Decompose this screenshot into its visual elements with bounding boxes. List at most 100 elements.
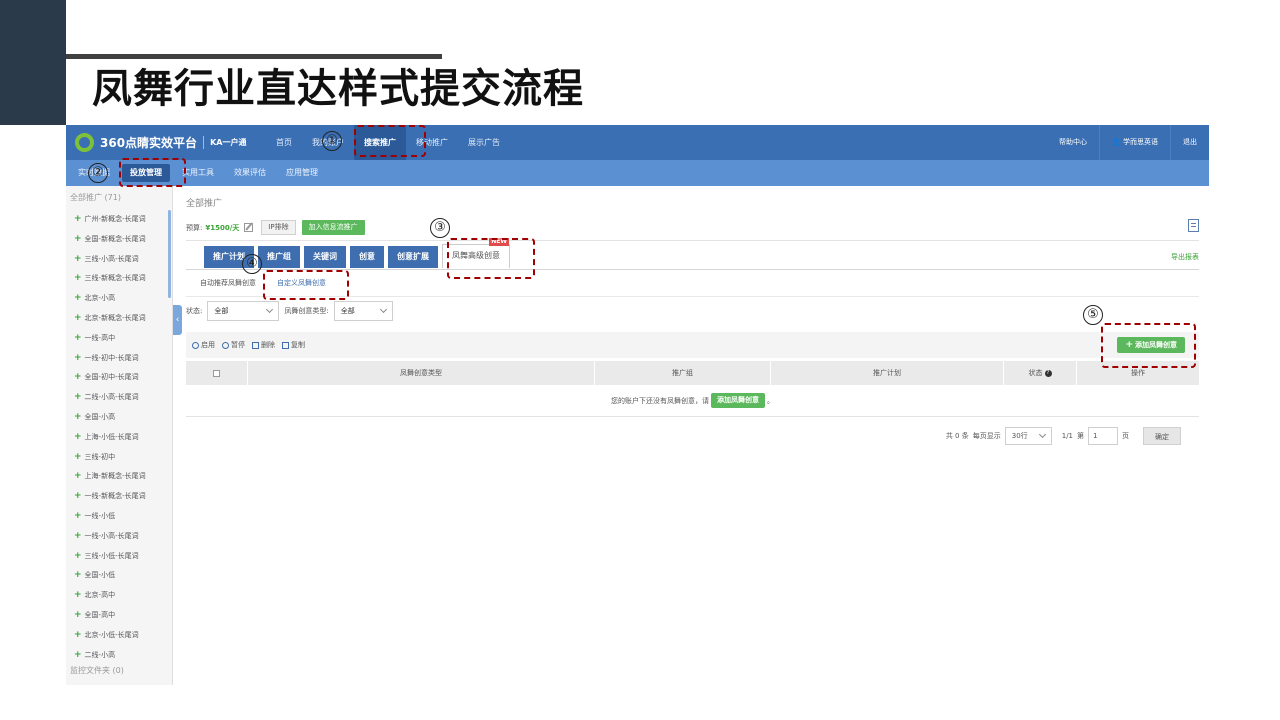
expand-plus-icon[interactable]: + <box>74 610 82 620</box>
expand-plus-icon[interactable]: + <box>74 650 82 660</box>
expand-plus-icon[interactable]: + <box>74 551 82 561</box>
col-campaign[interactable]: 推广计划 <box>771 361 1004 385</box>
sidebar-scrollbar[interactable] <box>168 210 171 298</box>
col-status[interactable]: 状态? <box>1004 361 1077 385</box>
sidebar-campaign-item[interactable]: + 三线-初中 <box>74 448 168 468</box>
sidebar-campaign-item[interactable]: + 北京-高中 <box>74 586 168 606</box>
sidebar-campaign-item[interactable]: + 北京-新概念-长尾词 <box>74 309 168 329</box>
logo[interactable]: 360点睛实效平台 KA一户通 <box>75 133 246 152</box>
tab-creative[interactable]: 创意 <box>350 246 384 268</box>
select-all-checkbox[interactable] <box>213 369 220 377</box>
sidebar-header[interactable]: 全部推广 (71) <box>70 192 121 203</box>
expand-plus-icon[interactable]: + <box>74 452 82 462</box>
sidebar-campaign-item[interactable]: + 一线-小低 <box>74 507 168 527</box>
callout-fengwu-tab <box>447 238 535 279</box>
expand-plus-icon[interactable]: + <box>74 432 82 442</box>
expand-plus-icon[interactable]: + <box>74 273 82 283</box>
edit-icon[interactable] <box>244 223 254 232</box>
empty-add-button[interactable]: 添加凤舞创意 <box>711 393 765 408</box>
expand-plus-icon[interactable]: + <box>74 234 82 244</box>
sidebar-campaign-item[interactable]: + 二线-小高-长尾词 <box>74 388 168 408</box>
type-filter-select[interactable]: 全部 <box>333 301 393 321</box>
expand-plus-icon[interactable]: + <box>74 590 82 600</box>
sidebar-campaign-item[interactable]: + 一线-初中-长尾词 <box>74 349 168 369</box>
campaign-tree: + 广州-新概念-长尾词 + 全国-新概念-长尾词 + 三线-小高-长尾词 + 三线-新概念-… <box>74 210 168 665</box>
delete-action[interactable]: 删除 <box>252 340 275 350</box>
expand-plus-icon[interactable]: + <box>74 293 82 303</box>
expand-plus-icon[interactable]: + <box>74 412 82 422</box>
user-menu[interactable]: 👤 学而思英语 <box>1099 125 1170 160</box>
sidebar-campaign-label: 三线-小低-长尾词 <box>84 551 139 560</box>
sidebar-campaign-item[interactable]: + 上海-新概念-长尾词 <box>74 467 168 487</box>
expand-plus-icon[interactable]: + <box>74 570 82 580</box>
status-filter-select[interactable]: 全部 <box>207 301 280 321</box>
confirm-page-button[interactable]: 确定 <box>1143 427 1181 445</box>
subtab-auto-recommend[interactable]: 自动推荐凤舞创意 <box>200 278 256 288</box>
main-content: 全部推广 预算: ¥1500/天 IP排除 加入信息流推广 推广计划 推广组 关… <box>186 186 1199 685</box>
join-feed-button[interactable]: 加入信息流推广 <box>301 220 365 235</box>
action-row: 启用 暂停 删除 复制 + 添加凤舞创意 <box>186 332 1199 358</box>
sidebar-collapse-button[interactable]: ‹ <box>173 305 182 335</box>
sidebar-campaign-item[interactable]: + 一线-小高-长尾词 <box>74 527 168 547</box>
tab-creative-extension[interactable]: 创意扩展 <box>388 246 438 268</box>
logout-link[interactable]: 退出 <box>1170 125 1209 160</box>
col-ad-group[interactable]: 推广组 <box>595 361 771 385</box>
help-icon[interactable]: ? <box>1044 369 1052 377</box>
expand-plus-icon[interactable]: + <box>74 511 82 521</box>
sidebar-monitor-folder[interactable]: 监控文件夹 (0) <box>70 665 124 676</box>
per-page-select[interactable]: 30行 <box>1004 427 1052 445</box>
enable-action[interactable]: 启用 <box>192 340 215 350</box>
pause-icon <box>222 341 229 349</box>
expand-plus-icon[interactable]: + <box>74 333 82 343</box>
expand-plus-icon[interactable]: + <box>74 372 82 382</box>
nav-display-ads[interactable]: 展示广告 <box>458 125 510 160</box>
user-name: 学而思英语 <box>1123 138 1158 146</box>
sidebar-campaign-item[interactable]: + 上海-小低-长尾词 <box>74 428 168 448</box>
sidebar-campaign-item[interactable]: + 三线-小低-长尾词 <box>74 547 168 567</box>
expand-plus-icon[interactable]: + <box>74 254 82 264</box>
sidebar-campaign-label: 三线-小高-长尾词 <box>84 254 139 263</box>
pause-action[interactable]: 暂停 <box>222 340 245 350</box>
expand-plus-icon[interactable]: + <box>74 471 82 481</box>
sidebar-campaign-label: 全国-初中-长尾词 <box>84 373 139 382</box>
col-creative-type[interactable]: 凤舞创意类型 <box>248 361 595 385</box>
step-marker-2: ② <box>88 163 108 183</box>
sidebar-campaign-label: 广州-新概念-长尾词 <box>84 215 146 223</box>
page-count: 1/1 <box>1061 432 1073 440</box>
expand-plus-icon[interactable]: + <box>74 531 82 541</box>
expand-plus-icon[interactable]: + <box>74 353 82 363</box>
sidebar-campaign-item[interactable]: + 一线-新概念-长尾词 <box>74 487 168 507</box>
expand-plus-icon[interactable]: + <box>74 214 82 224</box>
sidebar-campaign-item[interactable]: + 北京-小低-长尾词 <box>74 626 168 646</box>
sidebar-campaign-item[interactable]: + 三线-小高-长尾词 <box>74 250 168 270</box>
tab-keyword[interactable]: 关键词 <box>304 246 346 268</box>
sidebar-campaign-item[interactable]: + 全国-高中 <box>74 606 168 626</box>
sidebar-campaign-item[interactable]: + 广州-新概念-长尾词 <box>74 210 168 230</box>
help-center-link[interactable]: 帮助中心 <box>1047 125 1099 160</box>
subnav-effect-evaluation[interactable]: 效果评估 <box>226 164 274 182</box>
expand-plus-icon[interactable]: + <box>74 392 82 402</box>
sidebar-campaign-item[interactable]: + 二线-小高 <box>74 646 168 666</box>
expand-plus-icon[interactable]: + <box>74 491 82 501</box>
export-report-link[interactable]: 导出报表 <box>1171 252 1199 262</box>
sidebar-campaign-item[interactable]: + 全国-小低 <box>74 566 168 586</box>
select-all-cell <box>186 361 248 385</box>
copy-action[interactable]: 复制 <box>282 340 305 350</box>
nav-home[interactable]: 首页 <box>266 125 302 160</box>
sidebar-campaign-item[interactable]: + 全国-小高 <box>74 408 168 428</box>
ip-exclude-button[interactable]: IP排除 <box>261 220 296 235</box>
sidebar-campaign-item[interactable]: + 三线-新概念-长尾词 <box>74 269 168 289</box>
sidebar-campaign-item[interactable]: + 一线-高中 <box>74 329 168 349</box>
sidebar-campaign-label: 上海-新概念-长尾词 <box>84 472 146 481</box>
budget-label: 预算: <box>186 223 203 232</box>
sidebar-campaign-item[interactable]: + 北京-小高 <box>74 289 168 309</box>
subnav-app-management[interactable]: 应用管理 <box>278 164 326 182</box>
sidebar-campaign-item[interactable]: + 全国-新概念-长尾词 <box>74 230 168 250</box>
sidebar-campaign-item[interactable]: + 全国-初中-长尾词 <box>74 368 168 388</box>
goto-page-input[interactable]: 1 <box>1088 427 1118 445</box>
expand-plus-icon[interactable]: + <box>74 630 82 640</box>
report-icon[interactable] <box>1188 219 1199 232</box>
sidebar-campaign-label: 全国-小低 <box>84 571 116 580</box>
expand-plus-icon[interactable]: + <box>74 313 82 323</box>
tab-ad-group[interactable]: 推广组 <box>258 246 300 268</box>
